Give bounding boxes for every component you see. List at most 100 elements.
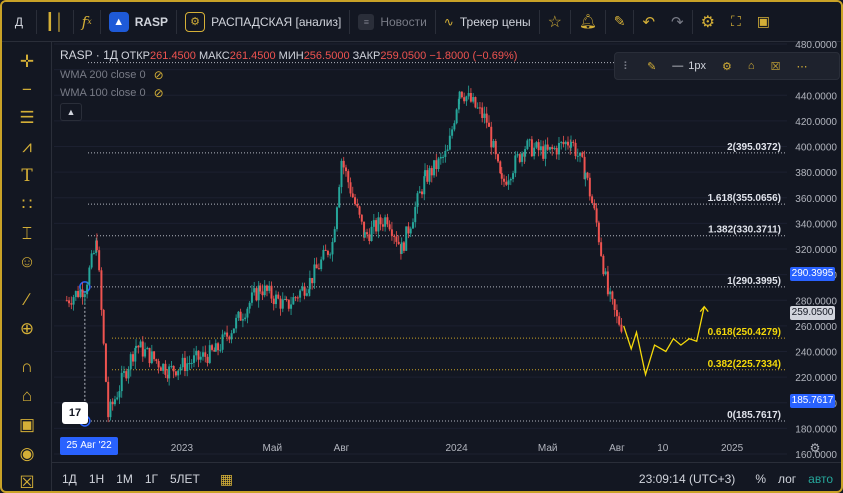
fib-level-label: 0.618(250.4279) — [708, 327, 781, 338]
fib-level-label: 0(185.7617) — [727, 410, 781, 421]
wma200-legend[interactable]: WMA 200 close 0 ⊘ — [60, 68, 164, 82]
candle-body — [148, 347, 151, 364]
candle-body — [197, 350, 200, 360]
cursor-date-tag: 25 Авг '22 — [60, 437, 118, 455]
candle-body — [322, 249, 325, 260]
candle-body — [68, 300, 71, 304]
range-1w[interactable]: 1Н — [83, 472, 110, 486]
candle-body — [606, 271, 609, 295]
candle-body — [562, 142, 565, 145]
candle-body — [483, 113, 486, 118]
candle-body — [344, 167, 347, 172]
candle-body — [333, 229, 336, 243]
drag-handle-icon[interactable]: ⠇ — [615, 53, 639, 79]
candle-body — [553, 147, 556, 149]
hidden-eye-icon[interactable]: ⊘ — [154, 86, 164, 100]
candle-body — [324, 249, 327, 251]
range-1d[interactable]: 1Д — [52, 472, 83, 486]
candle-body — [98, 250, 101, 271]
candle-body — [277, 294, 280, 299]
unlock-icon[interactable]: ⌂ — [740, 53, 763, 79]
candle-body — [433, 160, 436, 176]
candle-body — [546, 144, 549, 150]
line-width-button[interactable]: — 1px — [664, 53, 714, 79]
candle-body — [287, 299, 290, 309]
clock-time[interactable]: 23:09:14 (UTC+3) — [633, 472, 741, 486]
drawing-properties-toolbar: ⠇ ✎ — 1px ⚙ ⌂ ☒ ⋯ — [614, 52, 840, 80]
candle-body — [199, 356, 202, 360]
price-tick-label: 400.0000 — [795, 143, 837, 154]
candle-body — [539, 146, 542, 151]
candle-body — [411, 222, 414, 229]
candle-body — [465, 96, 468, 102]
line-color-icon[interactable]: ✎ — [639, 53, 664, 79]
time-tick-label: Авг — [609, 443, 625, 454]
fib-level-label: 1.382(330.3711) — [708, 225, 781, 236]
candle-body — [497, 154, 500, 162]
fib-level-label: 1.618(355.0656) — [708, 193, 781, 204]
range-1y[interactable]: 1Г — [139, 472, 164, 486]
candle-body — [363, 232, 366, 238]
more-icon[interactable]: ⋯ — [788, 53, 815, 79]
candle-body — [72, 297, 75, 305]
candle-body — [79, 289, 82, 297]
drawing-settings-icon[interactable]: ⚙ — [714, 53, 740, 79]
candle-body — [423, 176, 426, 195]
date-range-icon[interactable]: ▦ — [206, 471, 239, 488]
candle-body — [70, 303, 73, 305]
log-toggle[interactable]: лог — [772, 472, 802, 486]
range-5y[interactable]: 5ЛЕТ — [164, 472, 206, 486]
candle-body — [155, 359, 158, 362]
candle-body — [235, 317, 238, 329]
price-tick-label: 360.0000 — [795, 194, 837, 205]
candle-body — [183, 357, 186, 372]
candle-body — [202, 352, 205, 357]
wma100-legend[interactable]: WMA 100 close 0 ⊘ — [60, 86, 164, 100]
close-label: ЗАКР — [352, 50, 381, 62]
wma200-label: WMA 200 close 0 — [60, 69, 146, 81]
collapse-legend-button[interactable]: ▲ — [60, 103, 82, 121]
candle-body — [428, 168, 431, 182]
candle-body — [188, 363, 191, 365]
candle-body — [442, 156, 445, 158]
candle-body — [281, 299, 284, 309]
auto-toggle[interactable]: авто — [802, 472, 841, 486]
candle-body — [232, 328, 235, 334]
legend-symbol: RASP · 1Д — [60, 48, 118, 62]
candle-body — [290, 304, 293, 309]
hidden-eye-icon[interactable]: ⊘ — [154, 68, 164, 82]
candle-body — [424, 170, 427, 177]
candle-body — [609, 291, 612, 295]
candle-body — [458, 91, 461, 99]
candle-body — [414, 206, 417, 223]
candle-body — [358, 206, 361, 215]
candle-body — [574, 142, 577, 157]
candle-body — [409, 228, 412, 234]
candle-body — [177, 370, 180, 376]
candle-body — [467, 92, 470, 97]
projection-line — [623, 306, 705, 378]
candle-body — [615, 309, 618, 317]
candle-body — [446, 149, 449, 151]
candle-body — [248, 302, 251, 309]
candle-body — [478, 107, 481, 109]
candle-body — [125, 371, 128, 379]
time-tick-label: 2023 — [171, 443, 194, 454]
time-tick-label: 2025 — [721, 443, 744, 454]
candle-body — [528, 139, 531, 141]
tradingview-logo-icon[interactable]: 17 — [62, 402, 88, 424]
candle-body — [141, 341, 144, 357]
candle-body — [503, 178, 506, 182]
candle-body — [270, 285, 273, 299]
delete-drawing-icon[interactable]: ☒ — [763, 53, 789, 79]
candle-body — [190, 362, 193, 364]
candle-body — [586, 172, 589, 178]
fib-level-label: 2(395.0372) — [727, 142, 781, 153]
range-1m[interactable]: 1М — [110, 472, 139, 486]
candle-body — [439, 156, 442, 159]
percent-toggle[interactable]: % — [741, 472, 772, 486]
candle-body — [118, 391, 121, 398]
candle-body — [618, 316, 621, 325]
candle-body — [512, 173, 515, 179]
candle-body — [379, 217, 382, 225]
